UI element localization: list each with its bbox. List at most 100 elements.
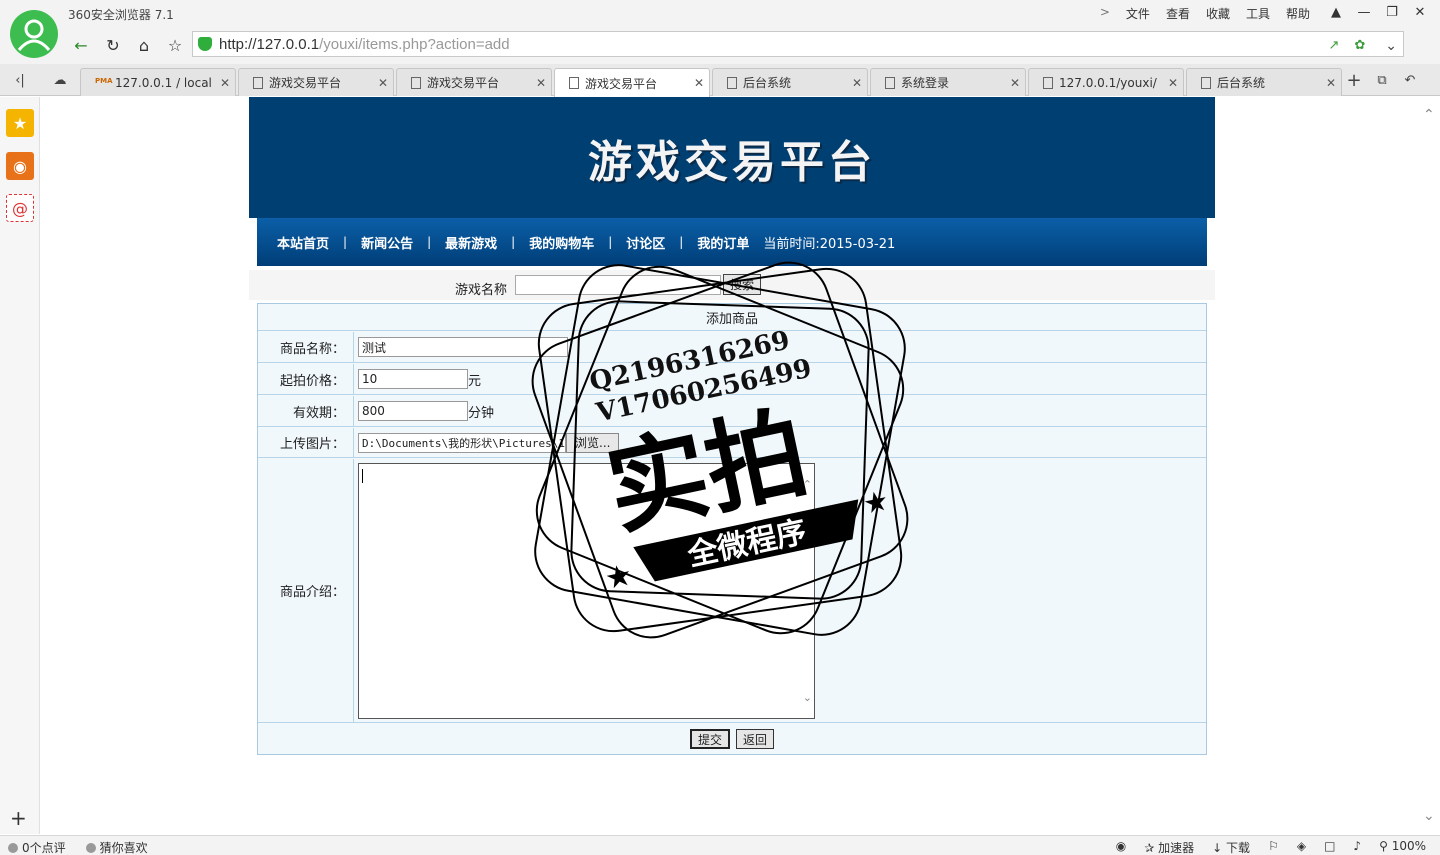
nav-news[interactable]: 新闻公告: [355, 233, 419, 252]
item-intro-textarea[interactable]: ⌃ ⌄: [358, 463, 815, 719]
nav-separator: |: [427, 235, 432, 249]
sound-icon[interactable]: ♪: [1353, 839, 1361, 855]
flag-icon[interactable]: ⚐: [1268, 839, 1279, 855]
mail-icon[interactable]: @: [6, 194, 34, 222]
browser-mode-icon[interactable]: ◈: [1297, 839, 1306, 855]
tab-label: 游戏交易平台: [269, 76, 342, 90]
menu-view[interactable]: 查看: [1166, 5, 1190, 22]
tab-game-platform-2[interactable]: 游戏交易平台 ✕: [396, 68, 552, 96]
chevron-down-icon[interactable]: ⌄: [1385, 38, 1397, 54]
tab-admin-system-1[interactable]: 后台系统 ✕: [712, 68, 868, 96]
maximize-button[interactable]: ❐: [1378, 2, 1406, 22]
tab-phpmyadmin[interactable]: PMA 127.0.0.1 / local ✕: [80, 68, 236, 96]
search-bar: 游戏名称 搜索: [249, 270, 1215, 300]
url-path: /youxi/items.php?action=add: [319, 36, 510, 53]
nav-cart[interactable]: 我的购物车: [523, 233, 600, 252]
menu-tools[interactable]: 工具: [1246, 5, 1270, 22]
menu-file[interactable]: 文件: [1126, 5, 1150, 22]
favorites-star-icon[interactable]: ★: [6, 109, 34, 137]
search-input[interactable]: [515, 275, 721, 295]
start-price-input[interactable]: 10: [358, 369, 468, 389]
image-path-input[interactable]: D:\Documents\我的形状\Pictures\1: [358, 432, 566, 453]
address-actions: ↗ ✿: [1325, 36, 1369, 54]
speed-icon[interactable]: ◉: [1116, 839, 1126, 855]
bookmark-star-icon[interactable]: ☆: [162, 32, 188, 58]
guess-you-like[interactable]: 猜你喜欢: [85, 839, 148, 855]
tab-label: 游戏交易平台: [585, 76, 658, 91]
new-tab-icon[interactable]: +: [1342, 70, 1366, 91]
back-button[interactable]: 返回: [736, 729, 775, 749]
sidebar-add-icon[interactable]: +: [10, 806, 27, 830]
tab-game-platform-1[interactable]: 游戏交易平台 ✕: [238, 68, 394, 96]
menu-help[interactable]: 帮助: [1286, 5, 1310, 22]
browser-logo-icon[interactable]: [10, 10, 58, 58]
minimize-button[interactable]: —: [1350, 2, 1378, 22]
tab-scroll-left-icon[interactable]: ‹|: [8, 70, 32, 90]
download-status[interactable]: ↓ 下载: [1212, 839, 1250, 855]
guess-text: 猜你喜欢: [99, 841, 148, 855]
scroll-down-icon[interactable]: ⌄: [1423, 808, 1435, 824]
cloud-icon[interactable]: ☁: [48, 70, 72, 90]
undo-close-icon[interactable]: ↶: [1398, 70, 1422, 90]
duration-input[interactable]: 800: [358, 401, 468, 421]
zoom-status[interactable]: ⚲ 100%: [1379, 839, 1426, 855]
tab-admin-system-2[interactable]: 后台系统 ✕: [1186, 68, 1342, 96]
submit-button[interactable]: 提交: [689, 729, 730, 749]
menu-favorites[interactable]: 收藏: [1206, 5, 1230, 22]
status-right: ◉ ✰ 加速器 ↓ 下载 ⚐ ◈ □ ♪ ⚲ 100%: [1116, 839, 1426, 855]
leaf-icon[interactable]: ✿: [1351, 36, 1369, 54]
back-icon[interactable]: ←: [68, 32, 94, 58]
window-icon[interactable]: □: [1324, 839, 1335, 855]
upload-image-label: 上传图片：: [258, 428, 354, 457]
close-icon[interactable]: ✕: [1005, 76, 1025, 90]
document-icon: [885, 76, 895, 89]
form-actions: 提交 返回: [258, 724, 1206, 754]
close-icon[interactable]: ✕: [847, 76, 867, 90]
nav-separator: |: [608, 235, 613, 249]
status-bar: 0个点评 猜你喜欢 ◉ ✰ 加速器 ↓ 下载 ⚐ ◈ □ ♪ ⚲ 100%: [0, 835, 1440, 855]
browse-button[interactable]: 浏览...: [566, 432, 620, 453]
document-icon: [1201, 76, 1211, 89]
nav-forum[interactable]: 讨论区: [620, 233, 671, 252]
tab-system-login[interactable]: 系统登录 ✕: [870, 68, 1026, 96]
scroll-up-icon[interactable]: ⌃: [1423, 107, 1435, 123]
tab-game-platform-active[interactable]: 游戏交易平台 ✕: [554, 68, 710, 97]
close-window-button[interactable]: ✕: [1406, 2, 1434, 22]
skin-icon[interactable]: ▲: [1322, 2, 1350, 22]
accelerator-status[interactable]: ✰ 加速器: [1144, 839, 1194, 855]
start-price-label: 起拍价格：: [258, 364, 354, 394]
site-title: 游戏交易平台: [588, 136, 876, 188]
nav-home[interactable]: 本站首页: [271, 233, 335, 252]
nav-latest-games[interactable]: 最新游戏: [439, 233, 503, 252]
status-left: 0个点评 猜你喜欢: [8, 839, 148, 855]
app-title: 360安全浏览器 7.1: [68, 8, 174, 22]
row-item-name: 商品名称： 测试: [258, 332, 1206, 363]
close-icon[interactable]: ✕: [373, 76, 393, 90]
document-icon: [253, 76, 263, 89]
close-icon[interactable]: ✕: [1163, 76, 1183, 90]
url-text[interactable]: http://127.0.0.1/youxi/items.php?action=…: [219, 36, 510, 53]
menu-expand-icon[interactable]: >: [1100, 5, 1110, 22]
home-icon[interactable]: ⌂: [131, 32, 157, 58]
address-bar[interactable]: http://127.0.0.1/youxi/items.php?action=…: [192, 31, 1404, 57]
document-icon: [569, 77, 579, 89]
tab-list-icon[interactable]: ⧉: [1370, 70, 1394, 90]
comment-icon: [8, 843, 18, 853]
textarea-scroll-down-icon[interactable]: ⌄: [803, 691, 812, 704]
page-scrollbar[interactable]: ⌃ ⌄: [1420, 97, 1440, 834]
search-button[interactable]: 搜索: [723, 274, 761, 295]
tab-localhost-youxi[interactable]: 127.0.0.1/youxi/ ✕: [1028, 68, 1184, 96]
item-name-input[interactable]: 测试: [358, 337, 568, 357]
weibo-icon[interactable]: ◉: [6, 152, 34, 180]
nav-orders[interactable]: 我的订单: [691, 233, 755, 252]
refresh-icon[interactable]: ↻: [100, 32, 126, 58]
close-icon[interactable]: ✕: [215, 76, 235, 90]
share-icon[interactable]: ↗: [1325, 36, 1343, 54]
close-icon[interactable]: ✕: [689, 76, 709, 90]
close-icon[interactable]: ✕: [1321, 76, 1341, 90]
textarea-scroll-up-icon[interactable]: ⌃: [803, 478, 812, 491]
comments-status[interactable]: 0个点评: [8, 839, 66, 855]
close-icon[interactable]: ✕: [531, 76, 551, 90]
tab-label: 127.0.0.1 / local: [115, 75, 212, 90]
row-duration: 有效期： 800 分钟: [258, 396, 1206, 427]
